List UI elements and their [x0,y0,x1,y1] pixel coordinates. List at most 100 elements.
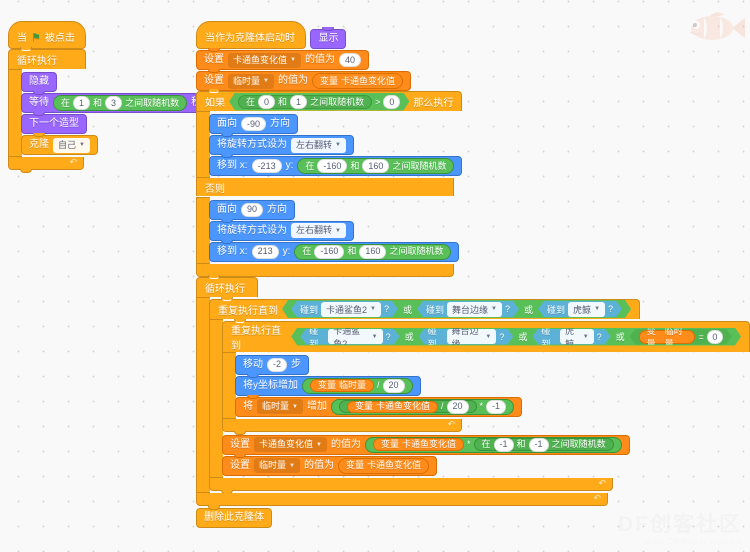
script-when-flag-clicked[interactable]: 当 ⚑ 被点击 循环执行 隐藏 等待 在 1 和 3 之间取随机数 下一个造型 … [8,21,210,173]
touching-condition-3[interactable]: 碰到 虎鲸 ▼ ? [532,329,610,345]
random-min-input[interactable]: -160 [314,244,345,259]
rotation-style-dropdown[interactable]: 左右翻转 ▼ [291,223,346,238]
touching-condition-2[interactable]: 碰到 舞台边缘 ▼ ? [419,329,514,345]
touching-target-dropdown-3[interactable]: 虎鲸 ▼ [560,329,594,344]
random-reporter-condition[interactable]: 在 0 和 1 之间取随机数 [238,95,372,109]
touching-target-dropdown-1[interactable]: 卡通鲨鱼2 ▼ [321,302,381,317]
repeat-until-inner-header[interactable]: 重复执行直到 碰到 卡通鲨鱼2 ▼ ? 或 碰到 舞台边缘 ▼ ? 或 碰到 虎… [222,318,750,352]
variable-dropdown-4[interactable]: 临时量 ▼ [254,458,300,473]
block-forever-main[interactable]: 循环执行 重复执行直到 碰到 卡通鲨鱼2 ▼ ? 或 碰到 舞台边缘 ▼ ? 或… [196,274,750,509]
variable-reporter-fish[interactable]: 变量 卡通鱼变化值 [346,400,438,413]
block-if-else[interactable]: 如果 在 0 和 1 之间取随机数 > 0 那么执行 面向 -90 方向 将旋转… [196,89,750,280]
variable-reporter-4[interactable]: 变量 卡通鱼变化值 [337,457,429,474]
touching-condition-1[interactable]: 碰到 卡通鲨鱼2 ▼ ? [300,329,399,345]
repeat-until-outer-header[interactable]: 重复执行直到 碰到 卡通鲨鱼2 ▼ ? 或 碰到 舞台边缘 ▼ ? 或 碰到 虎… [209,296,641,319]
block-goto-xy-true[interactable]: 移到 x: -213 y: 在 -160 和 160 之间取随机数 [209,154,463,176]
if-header[interactable]: 如果 在 0 和 1 之间取随机数 > 0 那么执行 [196,89,463,111]
block-change-y-by[interactable]: 将y坐标增加 变量 临时量 / 20 [235,373,421,396]
variable-reporter-temp[interactable]: 变量 临时量 [639,330,696,344]
block-when-flag-clicked[interactable]: 当 ⚑ 被点击 [8,21,86,49]
multiply-reporter-3[interactable]: 变量 卡通鱼变化值 * 在 -1 和 -1 之间取随机数 [364,436,622,453]
block-next-costume[interactable]: 下一个造型 [21,112,87,134]
block-move-steps[interactable]: 移动 -2 步 [235,354,310,375]
block-change-variable-by[interactable]: 将 临时量 ▼ 增加 变量 卡通鱼变化值 / 20 * -1 [235,394,523,417]
touching-condition-2[interactable]: 碰到 舞台边缘 ▼ ? [417,301,519,317]
divisor-input[interactable]: 20 [446,399,469,414]
blocks-workspace[interactable]: 当 ⚑ 被点击 循环执行 隐藏 等待 在 1 和 3 之间取随机数 下一个造型 … [0,0,750,552]
random-max-input[interactable]: -1 [528,437,549,452]
random-reporter-3[interactable]: 在 -1 和 -1 之间取随机数 [473,437,614,452]
move-steps-input[interactable]: -2 [267,357,288,372]
script-when-i-start-as-clone[interactable]: 当作为克隆体启动时 显示 设置 卡通鱼变化值 ▼ 的值为 40 设置 临时量 ▼… [196,21,750,528]
division-reporter[interactable]: 变量 卡通鱼变化值 / 20 [338,399,477,414]
variable-dropdown-1[interactable]: 卡通鱼变化值 ▼ [228,52,301,68]
random-min-input[interactable]: 0 [258,95,275,109]
touching-target-dropdown-3[interactable]: 虎鲸 ▼ [568,302,605,317]
goto-x-input[interactable]: -213 [251,159,282,173]
variable-dropdown-2[interactable]: 临时量 ▼ [228,73,274,89]
direction-input[interactable]: -90 [241,117,267,131]
block-wait[interactable]: 等待 在 1 和 3 之间取随机数 秒 [21,91,210,113]
block-point-direction-true[interactable]: 面向 -90 方向 [209,114,299,134]
block-set-variable-3[interactable]: 设置 卡通鱼变化值 ▼ 的值为 变量 卡通鱼变化值 * 在 -1 和 -1 之间… [222,434,630,455]
rotation-style-dropdown[interactable]: 左右翻转 ▼ [291,137,346,153]
touching-target-dropdown-1[interactable]: 卡通鲨鱼2 ▼ [328,329,382,344]
factor-input[interactable]: -1 [486,399,507,414]
clownfish-watermark-icon [682,6,746,50]
touching-condition-3[interactable]: 碰到 虎鲸 ▼ ? [538,301,622,317]
touching-target-1: 卡通鲨鱼2 [326,304,368,315]
block-set-rotation-style-false[interactable]: 将旋转方式设为 左右翻转 ▼ [209,218,354,241]
random-reporter-y[interactable]: 在 -160 和 160 之间取随机数 [297,158,455,174]
block-set-rotation-style-true[interactable]: 将旋转方式设为 左右翻转 ▼ [209,133,354,155]
touching-target-dropdown-2[interactable]: 舞台边缘 ▼ [447,302,502,317]
variable-reporter-fish-3[interactable]: 变量 卡通鱼变化值 [372,438,464,451]
equals-value-input[interactable]: 0 [707,330,723,344]
divisor-input[interactable]: 20 [382,378,405,393]
block-show[interactable]: 显示 [310,27,347,49]
greater-than-condition[interactable]: 在 0 和 1 之间取随机数 > 0 [229,93,409,111]
random-reporter-y[interactable]: 在 -160 和 160 之间取随机数 [294,243,452,260]
or-condition-inner[interactable]: 碰到 卡通鲨鱼2 ▼ ? 或 碰到 舞台边缘 ▼ ? 或 碰到 虎鲸 ▼ ? 或… [291,328,741,346]
set-value-input-1[interactable]: 40 [338,53,361,67]
variable-reporter-temp[interactable]: 变量 临时量 [310,379,375,392]
block-set-variable-2[interactable]: 设置 临时量 ▼ 的值为 变量 卡通鱼变化值 [196,69,411,91]
equals-condition[interactable]: 变量 临时量 = 0 [630,329,732,345]
block-goto-xy-false[interactable]: 移到 x: 213 y: 在 -160 和 160 之间取随机数 [209,239,460,262]
block-delete-this-clone[interactable]: 删除此克隆体 [196,505,272,528]
block-hide[interactable]: 隐藏 [21,72,57,92]
random-min-input[interactable]: 1 [73,96,91,110]
touching-target-dropdown-2[interactable]: 舞台边缘 ▼ [447,329,497,344]
block-repeat-until-outer[interactable]: 重复执行直到 碰到 卡通鲨鱼2 ▼ ? 或 碰到 舞台边缘 ▼ ? 或 碰到 虎… [209,296,750,494]
block-set-variable-4[interactable]: 设置 临时量 ▼ 的值为 变量 卡通鱼变化值 [222,453,437,476]
variable-dropdown-3[interactable]: 卡通鱼变化值 ▼ [254,437,327,452]
block-repeat-until-inner[interactable]: 重复执行直到 碰到 卡通鲨鱼2 ▼ ? 或 碰到 舞台边缘 ▼ ? 或 碰到 虎… [222,318,750,435]
variable-dropdown-temp[interactable]: 临时量 ▼ [257,399,303,414]
random-reporter[interactable]: 在 1 和 3 之间取随机数 [53,95,188,111]
random-min-input[interactable]: -1 [493,437,514,452]
random-max-input[interactable]: 160 [362,159,390,173]
else-divider[interactable]: 否则 [196,178,454,196]
block-create-clone[interactable]: 克隆 自己 ▼ [21,133,98,155]
comparison-value-input[interactable]: 0 [383,95,400,109]
variable-reporter-2[interactable]: 变量 卡通鱼变化值 [311,73,403,89]
division-reporter-y[interactable]: 变量 临时量 / 20 [302,377,413,394]
touching-label: 碰到 [427,325,437,349]
forever-main-footer: ↶ [196,492,608,509]
block-forever-outer[interactable]: 循环执行 隐藏 等待 在 1 和 3 之间取随机数 秒 [8,47,210,173]
random-max-input[interactable]: 1 [290,95,307,109]
random-max-input[interactable]: 3 [105,96,123,110]
block-when-start-as-clone[interactable]: 当作为克隆体启动时 [196,21,306,49]
forever-header[interactable]: 循环执行 [8,47,86,69]
clone-target-dropdown[interactable]: 自己 ▼ [53,137,90,153]
or-label-3: 或 [615,332,625,342]
direction-input[interactable]: 90 [241,202,264,217]
goto-x-input[interactable]: 213 [251,244,279,259]
multiply-reporter[interactable]: 变量 卡通鱼变化值 / 20 * -1 [330,398,515,415]
forever-main-header[interactable]: 循环执行 [196,274,258,297]
random-min-input[interactable]: -160 [317,159,348,173]
block-set-variable-1[interactable]: 设置 卡通鱼变化值 ▼ 的值为 40 [196,48,369,70]
touching-condition-1[interactable]: 碰到 卡通鲨鱼2 ▼ ? [291,301,398,317]
block-point-direction-false[interactable]: 面向 90 方向 [209,199,296,220]
random-max-input[interactable]: 160 [359,244,387,259]
or-condition-outer[interactable]: 碰到 卡通鲨鱼2 ▼ ? 或 碰到 舞台边缘 ▼ ? 或 碰到 虎鲸 ▼ ? [282,300,631,318]
